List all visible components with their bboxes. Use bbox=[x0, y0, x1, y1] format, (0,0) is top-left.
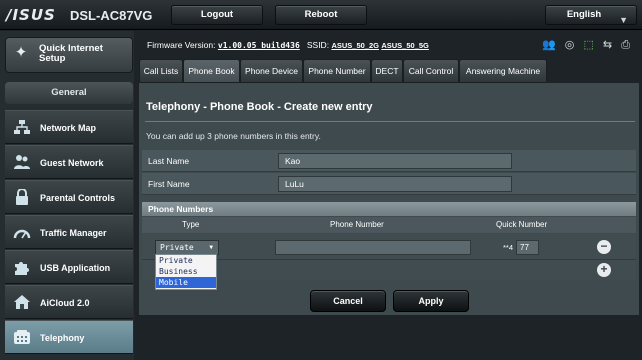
tab-call-control[interactable]: Call Control bbox=[403, 59, 459, 83]
cancel-button[interactable]: Cancel bbox=[310, 290, 386, 312]
first-name-field[interactable]: LuLu bbox=[278, 176, 512, 192]
sidebar-item-traffic-manager[interactable]: Traffic Manager bbox=[5, 215, 133, 249]
model-name: DSL-AC87VG bbox=[70, 8, 153, 23]
quick-number-field[interactable]: 77 bbox=[516, 240, 539, 255]
ssid-label: SSID: bbox=[306, 40, 330, 50]
sidebar-item-usb-application[interactable]: USB Application bbox=[5, 250, 133, 284]
tab-phone-device[interactable]: Phone Device bbox=[240, 59, 303, 83]
sidebar: ✦ Quick Internet Setup General Network M… bbox=[0, 31, 134, 360]
firmware-info: Firmware Version: v1.00.05_build436 SSID… bbox=[147, 40, 429, 50]
users-icon[interactable]: 👥 bbox=[542, 39, 559, 51]
ssid-2g-link[interactable]: ASUS_50_2G bbox=[331, 41, 379, 50]
sidebar-item-label: Network Map bbox=[40, 123, 97, 133]
phone-number-field[interactable] bbox=[275, 240, 471, 255]
guest-network-icon bbox=[12, 154, 32, 172]
sidebar-item-telephony[interactable]: Telephony bbox=[5, 320, 133, 354]
firmware-version-link[interactable]: v1.00.05_build436 bbox=[218, 41, 300, 50]
column-quick-number: Quick Number bbox=[496, 220, 548, 229]
sidebar-item-guest-network[interactable]: Guest Network bbox=[5, 145, 133, 179]
add-row-button[interactable]: + bbox=[597, 263, 611, 277]
logout-button[interactable]: Logout bbox=[171, 5, 263, 25]
minus-icon: − bbox=[600, 239, 608, 253]
sidebar-item-label: Telephony bbox=[40, 333, 85, 343]
sidebar-item-network-map[interactable]: Network Map bbox=[5, 110, 133, 144]
plus-icon: + bbox=[600, 262, 608, 276]
usb-icon[interactable]: ⬚ bbox=[583, 39, 596, 51]
sidebar-item-label: USB Application bbox=[40, 263, 111, 273]
type-dropdown-list: Private Business Mobile bbox=[155, 254, 217, 290]
chevron-down-icon: ▼ bbox=[209, 244, 213, 251]
apply-button[interactable]: Apply bbox=[393, 290, 469, 312]
globe-icon[interactable]: ◎ bbox=[565, 39, 578, 51]
last-name-field[interactable]: Kao bbox=[278, 153, 512, 169]
first-name-label: First Name bbox=[148, 179, 190, 189]
first-name-row: First Name LuLu bbox=[142, 173, 636, 195]
divider bbox=[145, 121, 635, 122]
chevron-down-icon: ▼ bbox=[619, 15, 628, 25]
lock-icon bbox=[12, 188, 32, 207]
cloud-home-icon bbox=[12, 294, 32, 312]
ssid-5g-link[interactable]: ASUS_50_5G bbox=[381, 41, 429, 50]
tab-phone-book[interactable]: Phone Book bbox=[183, 59, 240, 83]
sidebar-item-parental-controls[interactable]: Parental Controls bbox=[5, 180, 133, 214]
gauge-icon bbox=[12, 224, 32, 242]
qis-label: Quick Internet Setup bbox=[39, 43, 103, 64]
sidebar-item-label: Traffic Manager bbox=[40, 228, 107, 238]
column-type: Type bbox=[182, 220, 200, 229]
tab-dect[interactable]: DECT bbox=[371, 59, 403, 83]
language-select[interactable]: English ▼ bbox=[545, 5, 637, 25]
status-icons: 👥 ◎ ⬚ ⇆ ⎙ bbox=[542, 38, 633, 52]
phone-numbers-header: Phone Numbers bbox=[142, 202, 636, 216]
type-option-private[interactable]: Private bbox=[156, 255, 216, 266]
type-option-business[interactable]: Business bbox=[156, 266, 216, 277]
telephone-icon bbox=[12, 329, 32, 347]
page-title: Telephony - Phone Book - Create new entr… bbox=[146, 101, 373, 113]
phone-numbers-columns: Type Phone Number Quick Number bbox=[142, 217, 636, 233]
sidebar-item-aicloud[interactable]: AiCloud 2.0 bbox=[5, 285, 133, 319]
quick-internet-setup-button[interactable]: ✦ Quick Internet Setup bbox=[5, 37, 133, 73]
reboot-button[interactable]: Reboot bbox=[275, 5, 367, 25]
remove-row-button[interactable]: − bbox=[597, 240, 611, 254]
quick-number-prefix: **4 bbox=[503, 243, 514, 252]
tab-answering-machine[interactable]: Answering Machine bbox=[459, 59, 547, 83]
type-option-mobile[interactable]: Mobile bbox=[156, 277, 216, 288]
puzzle-icon bbox=[12, 259, 32, 277]
language-label: English bbox=[566, 9, 602, 20]
usb-icon[interactable]: ⇆ bbox=[603, 39, 615, 51]
sidebar-item-label: AiCloud 2.0 bbox=[40, 298, 90, 308]
sidebar-item-label: Guest Network bbox=[40, 158, 104, 168]
magic-wand-icon: ✦ bbox=[14, 44, 28, 61]
printer-icon[interactable]: ⎙ bbox=[621, 39, 633, 51]
firmware-label: Firmware Version: bbox=[147, 40, 216, 50]
sidebar-item-label: Parental Controls bbox=[40, 193, 116, 203]
asus-logo: /ISUS bbox=[6, 6, 56, 24]
top-bar: /ISUS DSL-AC87VG Logout Reboot English ▼ bbox=[0, 0, 642, 30]
last-name-row: Last Name Kao bbox=[142, 150, 636, 172]
type-select-value: Private bbox=[160, 243, 194, 252]
type-select[interactable]: Private ▼ bbox=[155, 240, 219, 255]
column-phone-number: Phone Number bbox=[330, 220, 384, 229]
last-name-label: Last Name bbox=[148, 156, 190, 166]
sidebar-section-general: General bbox=[5, 82, 133, 104]
tab-phone-number[interactable]: Phone Number bbox=[303, 59, 371, 83]
tab-call-lists[interactable]: Call Lists bbox=[139, 59, 183, 83]
network-map-icon bbox=[12, 119, 32, 137]
status-bar: Firmware Version: v1.00.05_build436 SSID… bbox=[139, 35, 639, 57]
page-description: You can add up 3 phone numbers in this e… bbox=[146, 131, 321, 141]
